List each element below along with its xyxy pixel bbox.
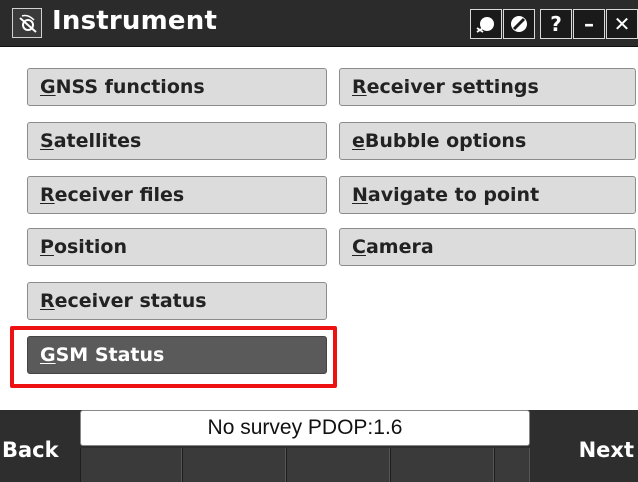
accelerator-key: C (352, 236, 366, 258)
title-bar: Instrument ? – ✕ (0, 0, 638, 47)
button-label: NSS functions (55, 76, 205, 98)
accelerator-key: P (40, 236, 54, 258)
help-button[interactable]: ? (540, 9, 572, 39)
button-label: amera (365, 236, 434, 258)
accelerator-key: R (352, 76, 367, 98)
button-label: eceiver status (54, 290, 207, 312)
softkey-1[interactable] (80, 448, 182, 482)
camera-button[interactable]: Camera (339, 228, 636, 266)
selection-highlight (10, 326, 337, 388)
gnss-status-icon[interactable] (470, 9, 502, 39)
button-label: eceiver files (54, 184, 185, 206)
accelerator-key: G (40, 76, 56, 98)
softkey-2[interactable] (182, 448, 286, 482)
status-bar: No survey PDOP:1.6 (80, 410, 530, 446)
button-label: Bubble options (364, 130, 527, 152)
receiver-files-button[interactable]: Receiver files (27, 176, 327, 214)
ebubble-options-button[interactable]: eBubble options (339, 122, 636, 160)
minimize-button[interactable]: – (573, 9, 605, 39)
button-label: eceiver settings (366, 76, 539, 98)
button-label: avigate to point (367, 184, 540, 206)
softkey-row (80, 448, 530, 482)
satellites-button[interactable]: Satellites (27, 122, 327, 160)
close-button[interactable]: ✕ (606, 9, 638, 39)
position-button[interactable]: Position (27, 228, 327, 266)
softkey-4[interactable] (390, 448, 494, 482)
accelerator-key: R (40, 184, 55, 206)
button-label: osition (53, 236, 127, 258)
softkey-5[interactable] (494, 448, 530, 482)
accelerator-key: R (40, 290, 55, 312)
back-button[interactable]: Back (2, 418, 76, 482)
no-entry-icon[interactable] (503, 9, 535, 39)
accelerator-key: S (40, 130, 54, 152)
accelerator-key: N (352, 184, 368, 206)
antenna-logo-icon[interactable] (12, 8, 42, 38)
receiver-status-button[interactable]: Receiver status (27, 282, 327, 320)
accelerator-key: e (352, 130, 365, 152)
next-button[interactable]: Next (568, 418, 634, 482)
navigate-to-point-button[interactable]: Navigate to point (339, 176, 636, 214)
gnss-functions-button[interactable]: GNSS functions (27, 68, 327, 106)
softkey-3[interactable] (286, 448, 390, 482)
button-label: atellites (53, 130, 142, 152)
receiver-settings-button[interactable]: Receiver settings (339, 68, 636, 106)
window-title: Instrument (52, 6, 218, 36)
